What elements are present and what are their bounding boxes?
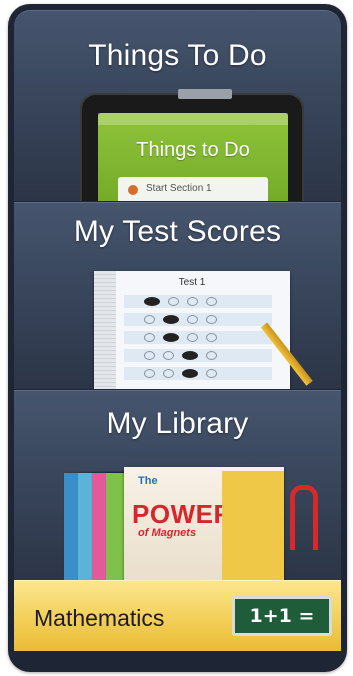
things-to-do-title: Things To Do (88, 39, 267, 72)
tablet-tab (178, 89, 232, 99)
answer-bubble (187, 297, 198, 306)
library-tile[interactable]: My Library The POWER of Magnets (14, 390, 341, 581)
answer-bubble (168, 297, 179, 306)
tablet-screen-title: Things to Do (136, 139, 250, 161)
test-sheet-thumbnail: Test 1 (94, 271, 313, 389)
books-thumbnail: The POWER of Magnets (64, 467, 318, 581)
answer-row (124, 367, 272, 380)
tablet-screen: Things to Do Start Section 1 (98, 113, 288, 201)
answer-bubble (206, 369, 217, 378)
subject-label: Mathematics (34, 605, 165, 631)
answer-row (124, 331, 272, 344)
sheet-strip (94, 271, 116, 389)
test-scores-title: My Test Scores (73, 215, 282, 248)
answer-bubble (163, 333, 179, 342)
answer-bubble (144, 333, 155, 342)
answer-row (124, 295, 272, 308)
menu-frame: Things To Do Things to Do Start Section … (8, 4, 347, 672)
task-dot-icon (128, 185, 138, 195)
answer-bubble (144, 369, 155, 378)
answer-bubble (206, 333, 217, 342)
answer-bubble (163, 369, 174, 378)
answer-bubble (206, 297, 217, 306)
tablet-status-bar (98, 113, 288, 125)
chalkboard-text: 1+1 = (249, 605, 315, 627)
answer-bubble (163, 315, 179, 324)
book-title-small: The (138, 475, 158, 487)
answer-row (124, 313, 272, 326)
open-book-page (222, 471, 284, 581)
answer-bubble (144, 351, 155, 360)
answer-bubble (206, 351, 217, 360)
tablet-task-text: Start Section 1 (146, 183, 212, 194)
sheet-title: Test 1 (178, 277, 206, 288)
subject-mathematics-bar[interactable]: Mathematics 1+1 = (14, 580, 341, 651)
magnet-icon (290, 485, 318, 550)
things-to-do-tile[interactable]: Things To Do Things to Do Start Section … (14, 10, 341, 201)
answer-bubble (182, 351, 198, 360)
answer-bubble (182, 369, 198, 378)
library-title: My Library (106, 407, 249, 440)
answer-bubble (163, 351, 174, 360)
book-subtitle: of Magnets (138, 527, 197, 539)
answer-row (124, 349, 272, 362)
answer-bubble (187, 333, 198, 342)
answer-bubble (206, 315, 217, 324)
book-title: POWER (132, 499, 233, 529)
chalkboard-icon: 1+1 = (232, 596, 332, 636)
answer-bubble (144, 297, 160, 306)
answer-bubble (144, 315, 155, 324)
tablet-thumbnail: Things to Do Start Section 1 (82, 89, 302, 201)
test-scores-tile[interactable]: My Test Scores Test 1 (14, 202, 341, 389)
tablet-task-card: Start Section 1 (118, 177, 268, 201)
answer-bubble (187, 315, 198, 324)
